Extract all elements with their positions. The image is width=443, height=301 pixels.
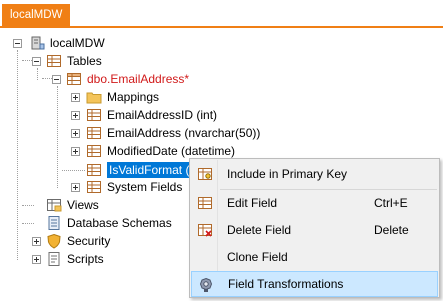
field-icon <box>87 109 101 121</box>
menu-item-shortcut: Ctrl+E <box>374 196 408 210</box>
tree-line <box>62 170 85 172</box>
tree-label: dbo.EmailAddress* <box>87 72 190 86</box>
expand-toggle[interactable] <box>32 237 41 246</box>
tree-line <box>22 205 34 207</box>
table-icon <box>67 73 81 85</box>
tree-node-mappings[interactable]: Mappings <box>86 88 159 106</box>
views-icon <box>47 199 62 212</box>
database-icon <box>31 36 45 50</box>
tree-label: Scripts <box>67 252 104 266</box>
tree-label: Database Schemas <box>67 216 172 230</box>
field-icon <box>87 145 101 157</box>
tree-label: localMDW <box>50 36 105 50</box>
expand-toggle[interactable] <box>71 183 80 192</box>
menu-item-delete-field[interactable]: Delete Field Delete <box>191 217 438 243</box>
menu-item-label: Delete Field <box>227 223 292 237</box>
expand-toggle[interactable] <box>71 111 80 120</box>
menu-item-include-in-primary-key[interactable]: Include in Primary Key <box>191 161 438 187</box>
tab-localmdw[interactable]: localMDW ✕ <box>2 4 78 26</box>
tree-label: EmailAddress (nvarchar(50)) <box>107 126 261 140</box>
tree-node-tables[interactable]: Tables <box>46 52 102 70</box>
context-menu: Include in Primary Key Edit Field Ctrl+E… <box>189 158 440 298</box>
menu-item-label: Clone Field <box>227 250 288 264</box>
expand-toggle[interactable] <box>71 129 80 138</box>
menu-item-shortcut: Delete <box>374 223 409 237</box>
schema-icon <box>48 216 60 230</box>
transform-icon <box>199 277 213 292</box>
script-icon <box>48 252 60 266</box>
tree-label: Tables <box>67 54 102 68</box>
tree-line <box>57 86 59 188</box>
tree-label: EmailAddressID (int) <box>107 108 218 122</box>
tree-line <box>22 60 32 62</box>
shield-icon <box>47 233 61 249</box>
tree-label: Views <box>67 198 99 212</box>
tree-node-field[interactable]: EmailAddress (nvarchar(50)) <box>86 124 260 142</box>
tree-node-root[interactable]: localMDW <box>29 34 105 52</box>
menu-item-label: Field Transformations <box>228 277 344 291</box>
tree-line <box>37 68 39 80</box>
collapse-toggle[interactable] <box>32 57 41 66</box>
tree-node-scripts[interactable]: Scripts <box>46 250 104 268</box>
tree-node-table-emailaddress[interactable]: dbo.EmailAddress* <box>66 70 189 88</box>
tree-label: System Fields <box>107 180 183 194</box>
tree-label: ModifiedDate (datetime) <box>107 144 236 158</box>
tab-label: localMDW <box>10 9 63 21</box>
folder-icon <box>86 92 102 104</box>
menu-item-clone-field[interactable]: Clone Field <box>191 244 438 270</box>
tree-label: Security <box>67 234 111 248</box>
tables-icon <box>47 55 61 67</box>
tab-underline <box>0 26 443 28</box>
tree-node-field[interactable]: EmailAddressID (int) <box>86 106 217 124</box>
tree-node-system-fields[interactable]: System Fields <box>86 178 182 196</box>
tree-node-views[interactable]: Views <box>46 196 99 214</box>
menu-item-label: Include in Primary Key <box>227 167 348 181</box>
expand-toggle[interactable] <box>71 93 80 102</box>
tree-label: Mappings <box>107 90 160 104</box>
primary-key-icon <box>198 168 212 180</box>
field-icon <box>87 164 101 176</box>
menu-item-label: Edit Field <box>227 196 278 210</box>
tree-node-database-schemas[interactable]: Database Schemas <box>46 214 172 232</box>
tree-node-security[interactable]: Security <box>46 232 110 250</box>
expand-toggle[interactable] <box>71 147 80 156</box>
menu-item-edit-field[interactable]: Edit Field Ctrl+E <box>191 190 438 216</box>
collapse-toggle[interactable] <box>13 39 22 48</box>
tree-line <box>42 78 52 80</box>
close-icon[interactable]: ✕ <box>68 8 78 22</box>
tree-line <box>17 50 19 260</box>
collapse-toggle[interactable] <box>52 75 61 84</box>
tree-line <box>22 223 34 225</box>
menu-item-field-transformations[interactable]: Field Transformations <box>191 271 438 297</box>
delete-field-icon <box>198 224 212 237</box>
field-icon <box>87 127 101 139</box>
system-fields-icon <box>87 181 101 193</box>
edit-field-icon <box>198 197 212 209</box>
expand-toggle[interactable] <box>32 255 41 264</box>
